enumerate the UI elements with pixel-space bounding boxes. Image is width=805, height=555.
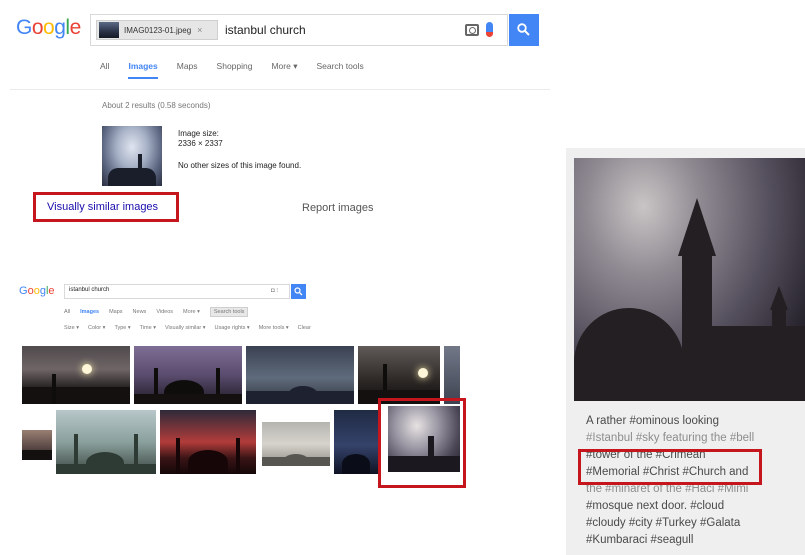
tab-images[interactable]: Images <box>128 61 158 79</box>
logo-letter: G <box>16 16 32 39</box>
image-query-chip[interactable]: IMAG0123-01.jpeg × <box>96 20 218 40</box>
report-images-link[interactable]: Report images <box>302 202 374 214</box>
highlight-box-caption <box>578 449 762 485</box>
logo-letter: g <box>54 16 66 39</box>
result-image[interactable] <box>22 430 52 460</box>
logo-letter: e <box>48 285 55 297</box>
mini-tab-more[interactable]: More ▾ <box>183 309 200 315</box>
image-size-info: Image size: 2336 × 2337 <box>178 129 223 149</box>
logo-letter: G <box>19 285 28 297</box>
filter-usage-rights[interactable]: Usage rights ▾ <box>215 325 250 331</box>
mini-search-query[interactable]: istanbul church <box>69 287 109 293</box>
post-photo[interactable] <box>574 158 805 401</box>
caption-line: A rather #ominous looking <box>586 415 719 427</box>
result-image[interactable] <box>56 410 156 474</box>
result-image[interactable] <box>134 346 242 404</box>
image-chip-filename: IMAG0123-01.jpeg <box>124 25 192 35</box>
mini-search-box[interactable]: istanbul church ◘ ⁝ <box>64 284 290 299</box>
tab-all[interactable]: All <box>100 61 109 79</box>
tab-maps[interactable]: Maps <box>177 61 198 79</box>
mini-filter-bar: Size ▾ Color ▾ Type ▾ Time ▾ Visually si… <box>64 325 320 331</box>
google-logo-small[interactable]: Google <box>19 285 55 297</box>
result-stats: About 2 results (0.58 seconds) <box>102 101 211 110</box>
image-size-label: Image size: <box>178 129 219 138</box>
result-image[interactable] <box>160 410 256 474</box>
mini-tab-videos[interactable]: Videos <box>156 309 173 315</box>
close-icon[interactable]: × <box>197 25 202 35</box>
tab-more[interactable]: More ▾ <box>271 61 297 79</box>
microphone-icon[interactable] <box>486 22 493 37</box>
camera-icon[interactable] <box>465 24 479 36</box>
search-icon <box>294 287 303 296</box>
filter-color[interactable]: Color ▾ <box>88 325 105 331</box>
search-button[interactable] <box>509 14 539 46</box>
highlight-box-match <box>378 398 466 488</box>
filter-more-tools[interactable]: More tools ▾ <box>259 325 289 331</box>
filter-clear[interactable]: Clear <box>298 325 311 331</box>
search-icon <box>517 23 530 36</box>
query-image-thumbnail[interactable] <box>102 126 162 186</box>
image-size-value: 2336 × 2337 <box>178 139 223 148</box>
logo-letter: o <box>43 16 55 39</box>
logo-letter: o <box>31 16 44 39</box>
caption-line: #Kumbaraci #seagull <box>586 534 694 546</box>
mini-tab-all[interactable]: All <box>64 309 70 315</box>
social-post-card: A rather #ominous looking #Istanbul #sky… <box>566 148 805 555</box>
mini-tab-maps[interactable]: Maps <box>109 309 122 315</box>
search-query-text[interactable]: istanbul church <box>225 23 306 37</box>
result-image[interactable] <box>358 346 440 404</box>
result-image[interactable] <box>334 410 378 474</box>
mini-tab-search-tools[interactable]: Search tools <box>209 307 249 317</box>
caption-line: #cloudy #city #Turkey #Galata <box>586 517 741 529</box>
result-image[interactable] <box>262 422 330 466</box>
tab-shopping[interactable]: Shopping <box>217 61 253 79</box>
mini-tab-images[interactable]: Images <box>80 309 99 315</box>
mini-tab-news[interactable]: News <box>133 309 147 315</box>
no-other-sizes-text: No other sizes of this image found. <box>178 161 302 170</box>
filter-size[interactable]: Size ▾ <box>64 325 79 331</box>
result-image[interactable] <box>246 346 354 404</box>
mini-search-tabs: All Images Maps News Videos More ▾ Searc… <box>64 307 258 317</box>
caption-line: #mosque next door. #cloud <box>586 500 725 512</box>
search-tabs: All Images Maps Shopping More ▾ Search t… <box>100 61 383 79</box>
google-logo[interactable]: Google <box>16 16 81 40</box>
mini-search-button[interactable] <box>291 284 306 299</box>
tab-search-tools[interactable]: Search tools <box>316 61 363 79</box>
divider <box>10 89 550 90</box>
caption-line: #Istanbul #sky featuring the #bell <box>586 432 755 444</box>
search-box[interactable]: IMAG0123-01.jpeg × istanbul church <box>90 14 508 46</box>
visually-similar-link[interactable]: Visually similar images <box>47 201 158 213</box>
result-image[interactable] <box>22 346 130 404</box>
filter-time[interactable]: Time ▾ <box>140 325 156 331</box>
filter-visually-similar[interactable]: Visually similar ▾ <box>165 325 206 331</box>
image-chip-thumbnail <box>99 22 119 38</box>
logo-letter: e <box>69 16 82 39</box>
result-image[interactable] <box>444 346 460 404</box>
filter-type[interactable]: Type ▾ <box>114 325 130 331</box>
mini-camera-icon[interactable]: ◘ ⁝ <box>271 287 278 294</box>
